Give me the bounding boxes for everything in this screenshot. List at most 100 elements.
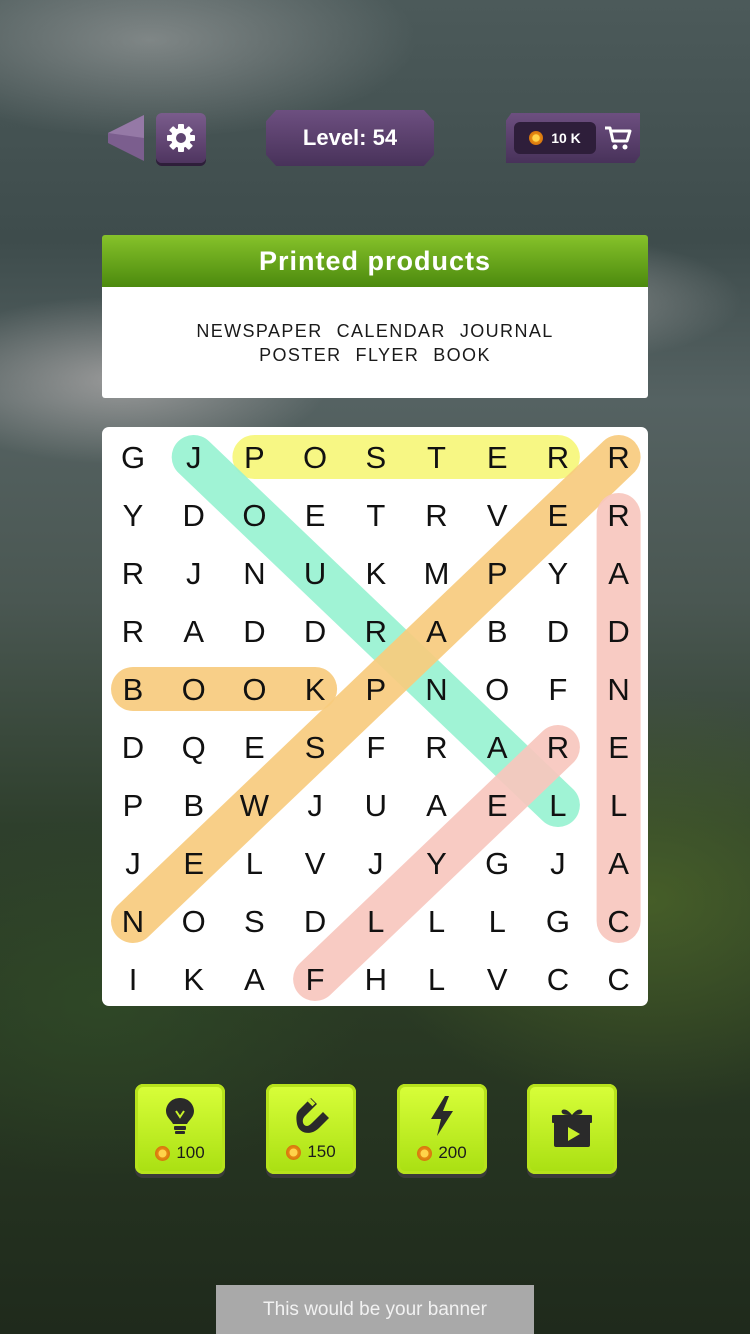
grid-cell[interactable]: R (547, 440, 569, 475)
grid-cell[interactable]: O (485, 672, 509, 707)
grid-cell[interactable]: A (426, 614, 447, 649)
grid-cell[interactable]: A (244, 962, 265, 997)
grid-cell[interactable]: U (365, 788, 387, 823)
coin-shop-button[interactable]: 10 K (506, 113, 640, 163)
grid-cell[interactable]: P (487, 556, 508, 591)
grid-cell[interactable]: R (425, 730, 447, 765)
grid-cell[interactable]: R (547, 730, 569, 765)
grid-cell[interactable]: J (186, 440, 202, 475)
grid-cell[interactable]: D (304, 614, 326, 649)
grid-cell[interactable]: N (425, 672, 447, 707)
grid-cell[interactable]: R (365, 614, 387, 649)
grid-cell[interactable]: C (607, 904, 629, 939)
grid-cell[interactable]: R (122, 556, 144, 591)
grid-cell[interactable]: O (242, 672, 266, 707)
grid-cell[interactable]: G (121, 440, 145, 475)
grid-cell[interactable]: H (365, 962, 387, 997)
grid-cell[interactable]: S (305, 730, 326, 765)
grid-cell[interactable]: M (424, 556, 450, 591)
grid-cell[interactable]: B (183, 788, 204, 823)
grid-cell[interactable]: C (607, 962, 629, 997)
grid-cell[interactable]: J (550, 846, 566, 881)
grid-cell[interactable]: E (305, 498, 326, 533)
grid-cell[interactable]: U (304, 556, 326, 591)
grid-cell[interactable]: V (305, 846, 326, 881)
grid-cell[interactable]: J (307, 788, 323, 823)
grid-cell[interactable]: O (242, 498, 266, 533)
grid-cell[interactable]: O (182, 904, 206, 939)
grid-cell[interactable]: E (487, 440, 508, 475)
grid-cell[interactable]: O (303, 440, 327, 475)
back-button[interactable] (104, 113, 148, 163)
grid-cell[interactable]: R (122, 614, 144, 649)
grid-cell[interactable]: P (365, 672, 386, 707)
grid-cell[interactable]: K (305, 672, 326, 707)
grid-cell[interactable]: N (607, 672, 629, 707)
hint-button[interactable]: 100 (135, 1084, 225, 1174)
free-reward-button[interactable] (527, 1084, 617, 1174)
grid-cell[interactable]: A (608, 846, 629, 881)
letter-grid-canvas[interactable]: G J P O S T E R RY D O E T R V E RR J N U K M P Y AR A D D R A B D DB O O K… (102, 427, 648, 1006)
grid-cell[interactable]: D (122, 730, 144, 765)
grid-cell[interactable]: D (304, 904, 326, 939)
grid-cell[interactable]: D (243, 614, 265, 649)
grid-cell[interactable]: L (428, 904, 445, 939)
grid-cell[interactable]: C (547, 962, 569, 997)
settings-button[interactable] (156, 113, 206, 163)
grid-cell[interactable]: L (428, 962, 445, 997)
grid-cell[interactable]: A (426, 788, 447, 823)
grid-cell[interactable]: V (487, 962, 508, 997)
grid-cell[interactable]: R (607, 440, 629, 475)
grid-cell[interactable]: P (123, 788, 144, 823)
grid-cell[interactable]: D (607, 614, 629, 649)
magnet-button[interactable]: 150 (266, 1084, 356, 1174)
grid-cell[interactable]: L (610, 788, 627, 823)
grid-cell[interactable]: E (244, 730, 265, 765)
grid-cell[interactable]: P (244, 440, 265, 475)
grid-cell[interactable]: D (547, 614, 569, 649)
grid-cell[interactable]: F (548, 672, 567, 707)
grid-cell[interactable]: K (183, 962, 204, 997)
grid-cell[interactable]: V (487, 498, 508, 533)
grid-cell[interactable]: Y (123, 498, 144, 533)
grid-cell[interactable]: E (548, 498, 569, 533)
grid-cell[interactable]: G (485, 846, 509, 881)
grid-cell[interactable]: L (246, 846, 263, 881)
grid-cell[interactable]: E (608, 730, 629, 765)
grid-cell[interactable]: R (607, 498, 629, 533)
grid-cell[interactable]: J (186, 556, 202, 591)
lightning-button[interactable]: 200 (397, 1084, 487, 1174)
grid-cell[interactable]: L (489, 904, 506, 939)
grid-cell[interactable]: Q (182, 730, 206, 765)
grid-cell[interactable]: L (367, 904, 384, 939)
ad-banner[interactable]: This would be your banner (216, 1285, 534, 1334)
grid-cell[interactable]: Y (426, 846, 447, 881)
grid-cell[interactable]: K (365, 556, 386, 591)
grid-cell[interactable]: A (487, 730, 508, 765)
grid-cell[interactable]: J (125, 846, 141, 881)
grid-cell[interactable]: G (546, 904, 570, 939)
grid-cell[interactable]: T (366, 498, 385, 533)
grid-cell[interactable]: R (425, 498, 447, 533)
grid-cell[interactable]: W (240, 788, 270, 823)
grid-cell[interactable]: I (129, 962, 138, 997)
grid-cell[interactable]: D (183, 498, 205, 533)
grid-cell[interactable]: S (365, 440, 386, 475)
grid-cell[interactable]: A (183, 614, 204, 649)
grid-cell[interactable]: E (487, 788, 508, 823)
grid-cell[interactable]: Y (548, 556, 569, 591)
grid-cell[interactable]: L (549, 788, 566, 823)
grid-cell[interactable]: N (243, 556, 265, 591)
grid-cell[interactable]: A (608, 556, 629, 591)
grid-cell[interactable]: J (368, 846, 384, 881)
grid-cell[interactable]: E (183, 846, 204, 881)
letter-grid[interactable]: GJPOSTERRYDOETRVERRJNUKMPYARADDRABDDBOOK… (102, 427, 648, 1006)
grid-cell[interactable]: B (123, 672, 144, 707)
grid-cell[interactable]: F (306, 962, 325, 997)
grid-cell[interactable]: B (487, 614, 508, 649)
grid-cell[interactable]: N (122, 904, 144, 939)
grid-cell[interactable]: S (244, 904, 265, 939)
grid-cell[interactable]: T (427, 440, 446, 475)
grid-cell[interactable]: O (182, 672, 206, 707)
grid-cell[interactable]: F (366, 730, 385, 765)
